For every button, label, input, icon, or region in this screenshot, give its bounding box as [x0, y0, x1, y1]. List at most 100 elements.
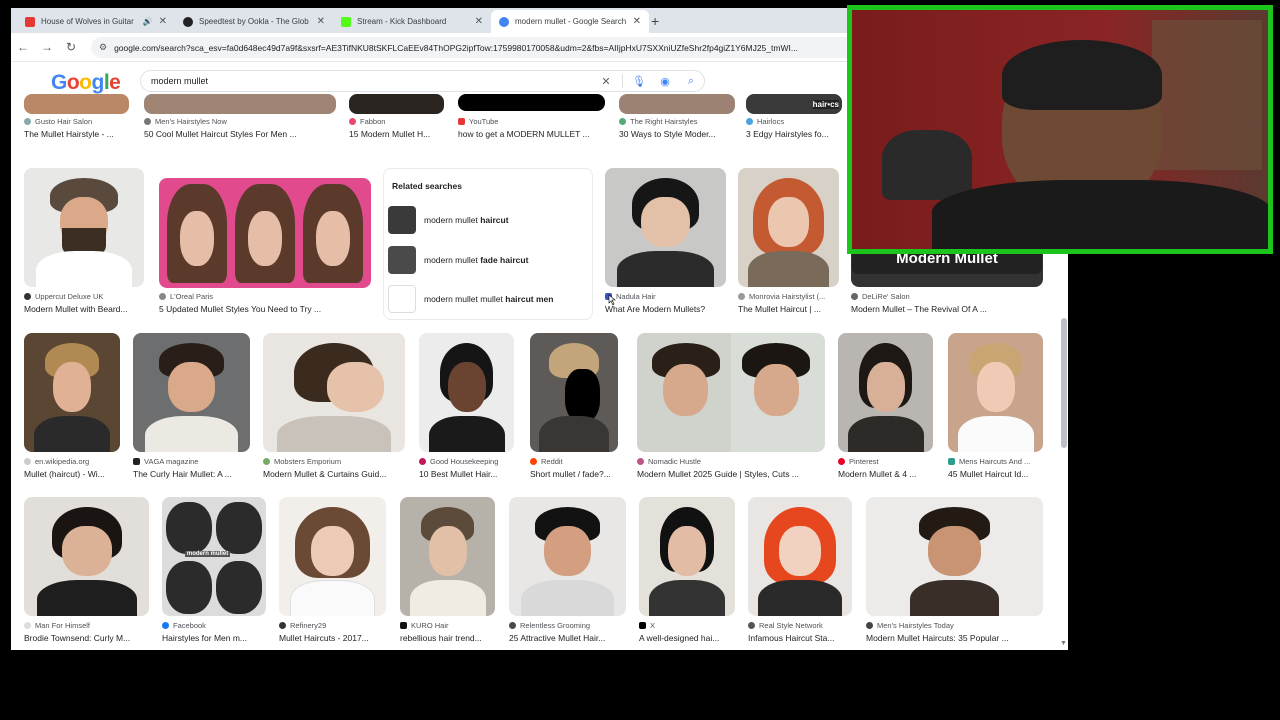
image-result[interactable]: The Right Hairstyles 30 Ways to Style Mo… [619, 94, 735, 144]
back-icon[interactable]: ← [11, 40, 35, 54]
result-caption: Modern Mullet & Curtains Guid... [263, 469, 387, 479]
image-result[interactable]: Reddit Short mullet / fade?... [530, 333, 618, 483]
result-caption: Infamous Haircut Sta... [748, 633, 835, 643]
result-source: Nadula Hair [605, 292, 726, 301]
image-result[interactable]: L'Oreal Paris 5 Updated Mullet Styles Yo… [159, 168, 371, 318]
google-favicon-icon [499, 16, 509, 27]
image-result[interactable]: Gusto Hair Salon The Mullet Hairstyle - … [24, 94, 129, 144]
result-thumbnail [349, 94, 444, 114]
trophy-shelf [1152, 20, 1262, 170]
related-searches-heading: Related searches [392, 181, 462, 191]
tab-title: House of Wolves in Guitar [41, 17, 134, 26]
tab-kick-dashboard[interactable]: Stream - Kick Dashboard ✕ [333, 10, 491, 33]
scroll-down-icon[interactable]: ▼ [1060, 640, 1067, 647]
reload-icon[interactable]: ↻ [59, 40, 83, 54]
mouse-cursor-icon [608, 294, 616, 306]
result-caption: 3 Edgy Hairstyles fo... [746, 129, 829, 139]
new-tab-button[interactable]: + [651, 13, 659, 29]
result-source: Mens Haircuts And ... [948, 457, 1043, 466]
close-tab-icon[interactable]: ✕ [159, 16, 167, 27]
tab-title: Speedtest by Ookla - The Glob [199, 17, 309, 26]
image-result[interactable]: Refinery29 Mullet Haircuts - 2017... [279, 497, 386, 647]
google-logo[interactable]: Google [51, 71, 121, 95]
result-source: Gusto Hair Salon [24, 117, 129, 126]
clear-icon[interactable]: ✕ [593, 75, 619, 88]
vertical-scrollbar[interactable] [1061, 318, 1067, 448]
result-caption: Modern Mullet Haircuts: 35 Popular ... [866, 633, 1009, 643]
related-thumbnail [388, 285, 416, 313]
result-caption: Hairstyles for Men m... [162, 633, 248, 643]
image-result[interactable]: Relentless Grooming 25 Attractive Mullet… [509, 497, 626, 647]
result-caption: Mullet Haircuts - 2017... [279, 633, 369, 643]
result-source: X [639, 621, 735, 630]
result-source: Hairlocs [746, 117, 842, 126]
image-result[interactable]: Uppercut Deluxe UK Modern Mullet with Be… [24, 168, 144, 318]
image-result[interactable]: Mens Haircuts And ... 45 Mullet Haircut … [948, 333, 1043, 483]
result-caption: 30 Ways to Style Moder... [619, 129, 716, 139]
result-caption: 10 Best Mullet Hair... [419, 469, 498, 479]
result-thumbnail [24, 333, 120, 452]
image-result[interactable]: VAGA magazine The Curly Hair Mullet: A .… [133, 333, 250, 483]
result-thumbnail [748, 497, 852, 616]
result-thumbnail [133, 333, 250, 452]
result-caption: Modern Mullet – The Revival Of A ... [851, 304, 987, 314]
search-box[interactable]: modern mullet ✕ 🎙 ◉ ⌕ [140, 70, 705, 92]
result-caption: 45 Mullet Haircut Id... [948, 469, 1029, 479]
related-search-item[interactable]: modern mullet fade haircut [388, 244, 590, 276]
image-result[interactable]: Men's Hairstyles Now 50 Cool Mullet Hair… [144, 94, 336, 144]
url-text: google.com/search?sca_esv=fa0d648ec49d7a… [114, 42, 798, 53]
search-icon[interactable]: ⌕ [678, 75, 704, 88]
image-result[interactable]: YouTube how to get a MODERN MULLET ... [458, 94, 605, 144]
result-thumbnail [619, 94, 735, 114]
result-source: Man For Himself [24, 621, 149, 630]
image-result[interactable]: Real Style Network Infamous Haircut Sta.… [748, 497, 852, 647]
lens-icon[interactable]: ◉ [652, 75, 678, 88]
image-result[interactable]: Nadula Hair What Are Modern Mullets? [605, 168, 726, 318]
related-search-item[interactable]: modern mullet haircut [388, 204, 590, 236]
image-result[interactable]: KURO Hair rebellious hair trend... [400, 497, 495, 647]
result-thumbnail [948, 333, 1043, 452]
image-result[interactable]: Men's Hairstyles Today Modern Mullet Hai… [866, 497, 1043, 647]
close-tab-icon[interactable]: ✕ [475, 16, 483, 27]
search-input[interactable]: modern mullet [151, 76, 593, 86]
image-result[interactable]: en.wikipedia.org Mullet (haircut) - Wi..… [24, 333, 120, 483]
result-source: KURO Hair [400, 621, 495, 630]
tab-google-search[interactable]: modern mullet - Google Search ✕ [491, 10, 649, 33]
image-result[interactable]: Nomadic Hustle Modern Mullet 2025 Guide … [637, 333, 825, 483]
image-result[interactable]: Man For Himself Brodie Townsend: Curly M… [24, 497, 149, 647]
result-thumbnail [458, 94, 605, 111]
result-source: Mobsters Emporium [263, 457, 405, 466]
tab-house-of-wolves[interactable]: House of Wolves in Guitar 🔊 ✕ [17, 10, 175, 33]
cap-hat [1002, 40, 1162, 110]
speaker-icon[interactable]: 🔊 [143, 17, 153, 26]
forward-icon[interactable]: → [35, 40, 59, 54]
result-source: Uppercut Deluxe UK [24, 292, 144, 301]
result-source: Real Style Network [748, 621, 852, 630]
image-result[interactable]: Good Housekeeping 10 Best Mullet Hair... [419, 333, 514, 483]
site-info-icon[interactable]: ⚙ [99, 42, 107, 53]
close-tab-icon[interactable]: ✕ [633, 16, 641, 27]
result-thumbnail: hair•cs [746, 94, 842, 114]
result-thumbnail [605, 168, 726, 287]
image-result[interactable]: modern mullet Facebook Hairstyles for Me… [162, 497, 266, 647]
image-result[interactable]: Fabbon 15 Modern Mullet H... [349, 94, 444, 144]
result-thumbnail [24, 497, 149, 616]
image-result[interactable]: hair•cs Hairlocs 3 Edgy Hairstyles fo... [746, 94, 842, 144]
related-search-item[interactable]: modern mullet mullet haircut men [388, 283, 590, 315]
result-thumbnail [263, 333, 405, 452]
image-result[interactable]: Mobsters Emporium Modern Mullet & Curtai… [263, 333, 405, 483]
result-thumbnail [866, 497, 1043, 616]
image-result[interactable]: X A well-designed hai... [639, 497, 735, 647]
close-tab-icon[interactable]: ✕ [317, 16, 325, 27]
result-source: Men's Hairstyles Now [144, 117, 336, 126]
result-source: Facebook [162, 621, 266, 630]
speedtest-favicon-icon [183, 16, 193, 27]
image-result[interactable]: Pinterest Modern Mullet & 4 ... [838, 333, 933, 483]
result-thumbnail [24, 168, 144, 287]
divider [622, 74, 623, 88]
microphone-icon[interactable]: 🎙 [626, 75, 652, 88]
tab-speedtest[interactable]: Speedtest by Ookla - The Glob ✕ [175, 10, 333, 33]
result-source: Reddit [530, 457, 618, 466]
image-result[interactable]: Monrovia Hairstylist (... The Mullet Hai… [738, 168, 839, 318]
result-source: en.wikipedia.org [24, 457, 120, 466]
